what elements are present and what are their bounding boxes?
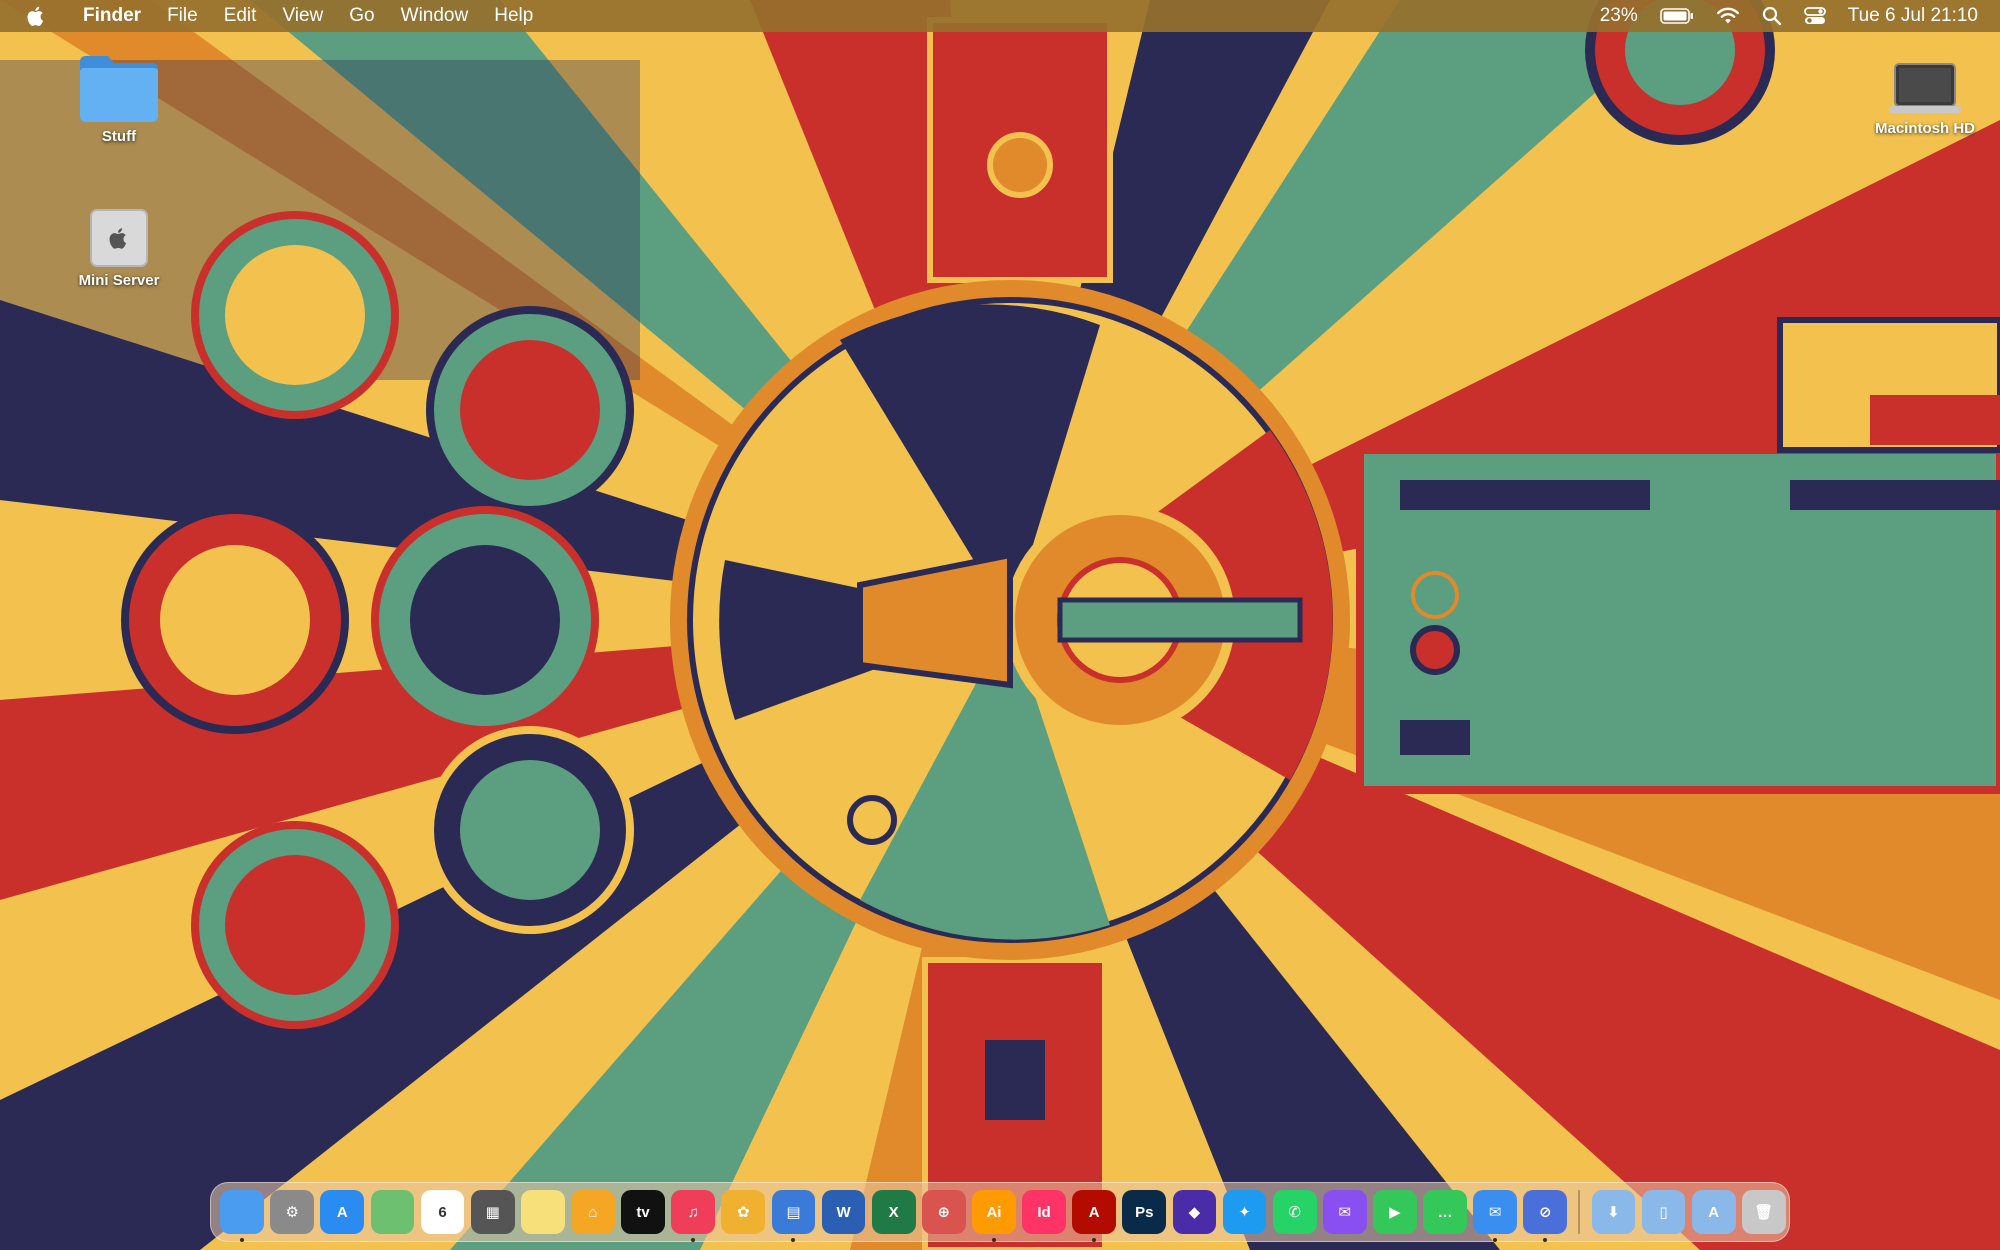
laptop-drive-icon [1889,63,1961,113]
menu-file[interactable]: File [154,0,211,32]
wallpaper-image [0,0,2000,1250]
folder-icon [80,56,158,122]
wifi-icon[interactable] [1716,7,1740,25]
dock-glyph: A [1088,1203,1100,1221]
menu-app-name[interactable]: Finder [70,0,154,32]
dock-glyph: Ps [1135,1203,1154,1221]
menu-help[interactable]: Help [481,0,546,32]
menu-view[interactable]: View [269,0,336,32]
dock-microsoft-excel-icon[interactable]: X [871,1190,916,1234]
dock-downloads-stack-icon[interactable]: ⬇ [1591,1190,1636,1234]
battery-icon[interactable] [1659,8,1694,24]
dock-photos-icon[interactable]: ✿ [721,1190,766,1234]
desktop-icon-mini-server[interactable]: Mini Server [44,208,194,289]
dock-glyph: ▯ [1659,1204,1668,1221]
dock-apple-tv-icon[interactable]: tv [621,1190,665,1234]
battery-percentage: 23% [1599,5,1638,26]
dock-twitter-icon[interactable]: ✦ [1222,1190,1267,1234]
desktop-icon-macintosh-hd[interactable]: Macintosh HD [1850,62,2000,137]
menu-bar-clock[interactable]: Tue 6 Jul 21:10 [1848,5,1978,27]
running-indicator [240,1238,245,1242]
dock-glyph: ✆ [1288,1204,1301,1221]
menu-go[interactable]: Go [336,0,387,32]
dock-messenger-icon[interactable]: ✉ [1322,1190,1367,1234]
dock-adobe-photoshop-icon[interactable]: Ps [1122,1190,1167,1234]
dock-glyph: W [836,1203,851,1221]
dock-glyph: ▤ [786,1204,801,1221]
running-indicator [1493,1238,1498,1242]
dock-glyph: ⬇ [1607,1204,1620,1221]
dock-glyph: 🗑 [1754,1204,1774,1221]
menu-window[interactable]: Window [388,0,482,32]
desktop-icon-label: Mini Server [78,272,160,289]
spotlight-search-icon[interactable] [1762,6,1782,26]
dock-glyph: A [1708,1203,1720,1221]
dock-glyph: ▶ [1389,1204,1401,1221]
desktop-icon-label: Macintosh HD [1874,120,1975,137]
dock-documents-stack-icon[interactable]: ▯ [1641,1190,1686,1234]
running-indicator [791,1238,796,1242]
dock-glyph: ✉ [1338,1204,1352,1221]
dock-messages-icon[interactable]: … [1423,1190,1467,1234]
running-indicator [991,1238,996,1242]
dock-finder-icon[interactable] [220,1190,264,1242]
dock-separator [1578,1190,1581,1234]
dock-music-icon[interactable]: ♫ [671,1190,716,1242]
dock-trash-icon[interactable]: 🗑 [1741,1190,1786,1234]
dock-whatsapp-icon[interactable]: ✆ [1272,1190,1317,1234]
dock-system-preferences-icon[interactable]: ⚙ [270,1190,315,1234]
dock-home-icon[interactable]: ⌂ [571,1190,615,1234]
dock-glyph: X [888,1203,899,1221]
dock: ⚙ A 6 ▦ ⌂ tv ♫ ✿ ▤ W X ⊕ Ai Id A Ps ◆ ✦ ✆ ✉ ▶ … ✉ ⊘ ⬇ ▯ A 🗑 [210,1182,1790,1242]
dock-applications-stack-icon[interactable]: A [1691,1190,1736,1234]
dock-keynote-icon[interactable]: ▤ [771,1190,816,1242]
dock-glyph: tv [636,1203,650,1221]
dock-safari-icon[interactable]: ⊘ [1523,1190,1568,1242]
dock-glyph: … [1437,1203,1453,1221]
dock-glyph: ⚙ [285,1204,299,1221]
dock-glyph: ⊘ [1539,1204,1552,1221]
desktop-icon-stuff[interactable]: Stuff [44,52,194,145]
control-center-icon[interactable] [1803,6,1826,26]
dock-maps-icon[interactable] [370,1190,415,1234]
dock-glyph: ✿ [737,1204,750,1221]
dock-mail-icon[interactable]: ✉ [1473,1190,1518,1242]
dock-glyph: A [336,1203,348,1221]
dock-glyph: ◆ [1188,1204,1201,1221]
dock-calculator-icon[interactable]: ▦ [470,1190,515,1234]
server-drive-icon [90,209,148,267]
menu-edit[interactable]: Edit [211,0,270,32]
dock-adobe-acrobat-icon[interactable]: A [1072,1190,1117,1242]
apple-menu-icon[interactable] [26,5,46,27]
dock-adobe-illustrator-icon[interactable]: Ai [972,1190,1016,1242]
dock-adobe-indesign-icon[interactable]: Id [1022,1190,1066,1234]
dock-facetime-icon[interactable]: ▶ [1373,1190,1417,1234]
dock-app-store-icon[interactable]: A [320,1190,365,1234]
dock-glyph: ✦ [1238,1204,1251,1221]
dock-glyph: Id [1037,1203,1051,1221]
desktop-icon-label: Stuff [101,128,137,145]
dock-glyph: ⊕ [937,1204,951,1221]
menu-bar: Finder File Edit View Go Window Help 23% [0,0,2000,32]
dock-notes-icon[interactable] [520,1190,565,1234]
running-indicator [1092,1238,1097,1242]
dock-glyph: Ai [986,1203,1002,1221]
dock-monitoring-app-icon[interactable]: ◆ [1172,1190,1217,1234]
dock-glyph: ♫ [687,1203,699,1221]
dock-glyph: ⌂ [588,1203,598,1221]
dock-glyph: ✉ [1488,1204,1502,1221]
dock-microsoft-word-icon[interactable]: W [821,1190,866,1234]
running-indicator [1543,1238,1548,1242]
dock-calendar-icon[interactable]: 6 [420,1190,465,1234]
dock-glyph: ▦ [485,1204,500,1221]
running-indicator [691,1238,696,1242]
desktop: Finder File Edit View Go Window Help 23% [0,0,2000,1250]
dock-remote-desktop-icon[interactable]: ⊕ [921,1190,966,1234]
dock-glyph: 6 [438,1203,447,1221]
